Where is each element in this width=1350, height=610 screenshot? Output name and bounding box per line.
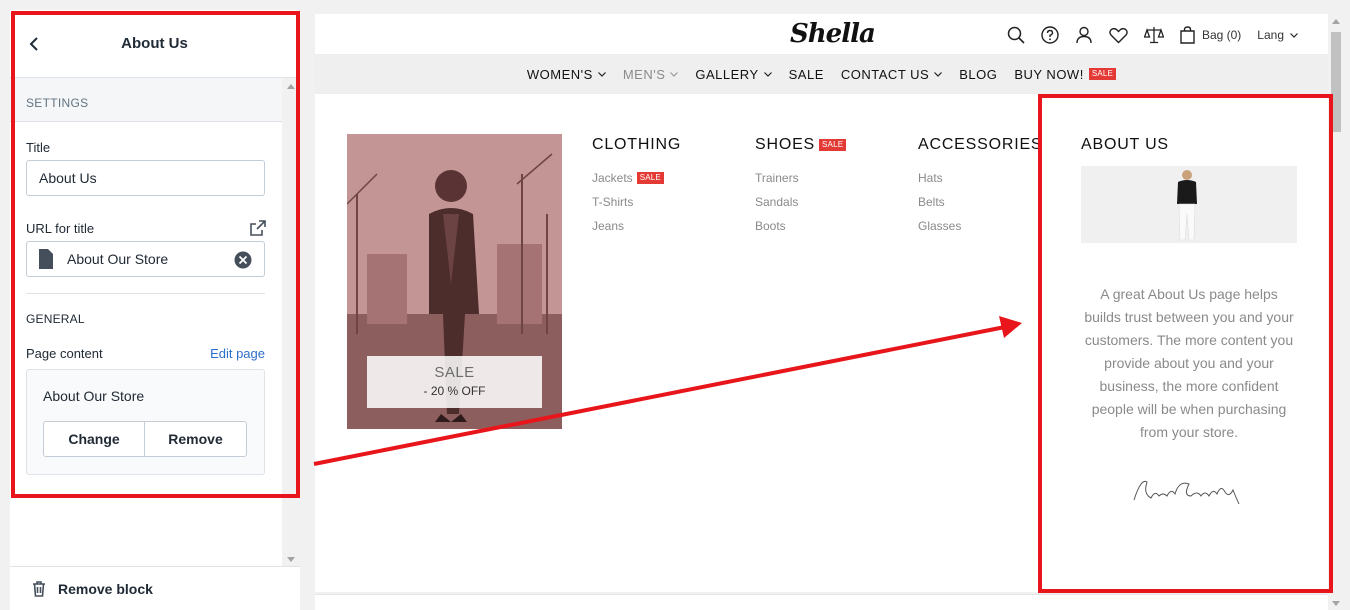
annotation-arrow <box>313 316 1022 466</box>
